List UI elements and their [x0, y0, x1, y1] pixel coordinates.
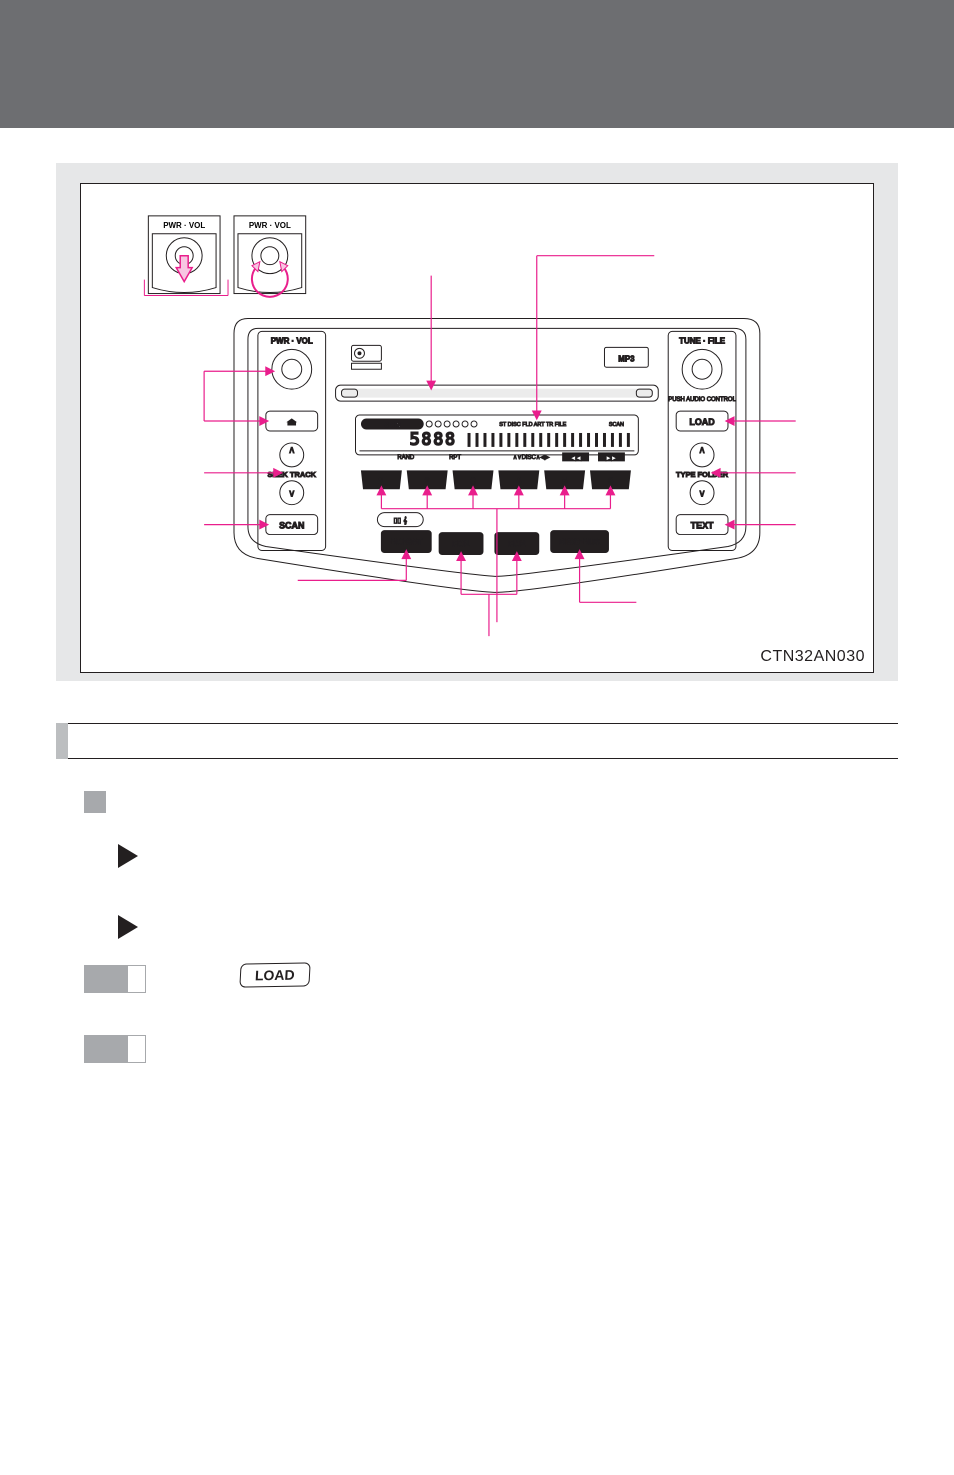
knob-inset-right: PWR · VOL [234, 216, 306, 297]
type-folder-button[interactable]: ∧ TYPE FOLDER ∨ [676, 443, 729, 505]
svg-text:LOAD: LOAD [689, 417, 715, 427]
knob-inset-left: PWR · VOL [148, 216, 220, 294]
load-button[interactable]: LOAD [676, 411, 728, 431]
cd-logo-icon [352, 345, 382, 369]
audio-head-unit-diagram: PWR · VOL PWR · VOL [80, 183, 874, 673]
text-button[interactable]: TEXT [676, 515, 728, 535]
svg-text:1: 1 [379, 476, 384, 486]
svg-text:5888: 5888 [409, 429, 456, 450]
svg-text:∧∨DISC∧◀▶: ∧∨DISC∧◀▶ [513, 455, 550, 461]
svg-text:∨: ∨ [288, 489, 295, 500]
svg-text:∨: ∨ [698, 489, 705, 500]
svg-text:SCAN: SCAN [609, 422, 624, 428]
svg-text:▯▯ 𝄞: ▯▯ 𝄞 [393, 516, 407, 526]
figure-block: PWR · VOL PWR · VOL [56, 163, 898, 681]
svg-text:3: 3 [471, 476, 476, 486]
lcd-display: CD IN ST DISC FLD ART TR FILE SCAN 5888 [355, 415, 638, 462]
svg-text:TEXT: TEXT [691, 521, 714, 531]
pwr-vol-label: PWR · VOL [163, 221, 205, 230]
svg-text:FM1: FM1 [453, 539, 470, 549]
svg-text:FM2: FM2 [508, 539, 525, 549]
svg-text:PWR · VOL: PWR · VOL [271, 336, 313, 345]
tune-file-knob[interactable] [682, 349, 722, 389]
step-badge [84, 1035, 146, 1063]
svg-text:◀◀: ◀◀ [570, 455, 581, 462]
eject-icon: ⏏ [287, 417, 296, 428]
body-text: LOAD [84, 791, 898, 1063]
dolby-icon: ▯▯ 𝄞 [377, 513, 423, 527]
svg-text:PWR · VOL: PWR · VOL [249, 221, 291, 230]
load-key-graphic: LOAD [239, 962, 310, 987]
svg-text:4: 4 [516, 476, 521, 486]
scan-button[interactable]: SCAN [266, 515, 318, 535]
svg-text:∧: ∧ [288, 445, 295, 456]
svg-text:2: 2 [425, 476, 430, 486]
triangle-bullet-icon [118, 844, 138, 868]
svg-text:TUNE · FILE: TUNE · FILE [679, 336, 725, 345]
svg-text:RPT: RPT [449, 455, 461, 461]
header-band [0, 0, 954, 128]
svg-text:▶▶: ▶▶ [606, 455, 617, 462]
svg-text:CD IN: CD IN [384, 423, 400, 429]
svg-text:AM·SAT: AM·SAT [390, 537, 423, 547]
svg-text:PUSH AUDIO CONTROL: PUSH AUDIO CONTROL [668, 397, 736, 403]
cd-slot[interactable] [336, 385, 659, 401]
preset-row: 1 2 3 4 5 6 [361, 471, 630, 489]
section-heading-bar [56, 723, 898, 759]
triangle-bullet-icon [118, 915, 138, 939]
step-badge [84, 965, 146, 993]
svg-text:TYPE FOLDER: TYPE FOLDER [676, 470, 729, 479]
eject-button[interactable]: ⏏ [266, 411, 318, 431]
svg-text:RAND: RAND [397, 455, 415, 461]
svg-text:5: 5 [562, 476, 567, 486]
svg-text:ST DISC FLD ART TR FILE: ST DISC FLD ART TR FILE [499, 422, 566, 428]
svg-text:DISC·AUX: DISC·AUX [559, 537, 600, 547]
svg-text:6: 6 [608, 476, 613, 486]
figure-code: CTN32AN030 [760, 648, 865, 666]
mp3-logo-icon: MP3 [604, 347, 648, 367]
svg-text:∧: ∧ [698, 445, 705, 456]
svg-text:MP3: MP3 [618, 354, 635, 363]
square-bullet-icon [84, 791, 106, 813]
svg-text:SCAN: SCAN [279, 521, 304, 531]
